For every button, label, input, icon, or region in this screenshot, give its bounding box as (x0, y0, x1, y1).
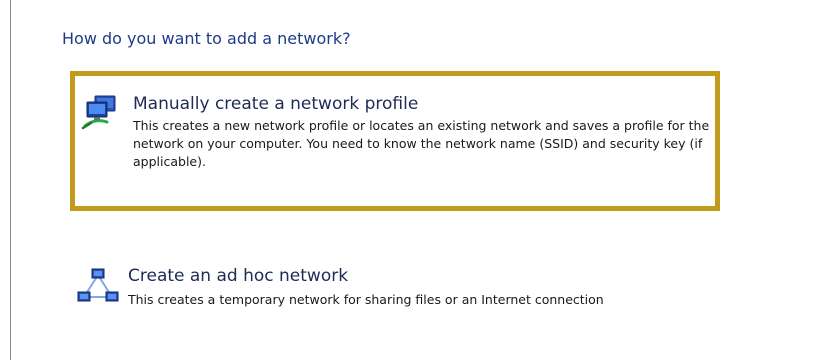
manual-profile-title: Manually create a network profile (133, 94, 419, 114)
left-divider (10, 0, 11, 360)
manual-profile-option[interactable]: Manually create a network profile This c… (70, 71, 720, 211)
page-heading: How do you want to add a network? (62, 29, 351, 48)
ad-hoc-network-icon (76, 267, 120, 307)
add-network-page: How do you want to add a network? Manual… (0, 0, 815, 360)
ad-hoc-network-title: Create an ad hoc network (128, 266, 349, 286)
manual-profile-description: This creates a new network profile or lo… (133, 118, 710, 169)
ad-hoc-network-description: This creates a temporary network for sha… (128, 292, 604, 307)
ad-hoc-network-option[interactable]: Create an ad hoc network This creates a … (70, 256, 720, 316)
network-computer-icon (81, 92, 125, 132)
